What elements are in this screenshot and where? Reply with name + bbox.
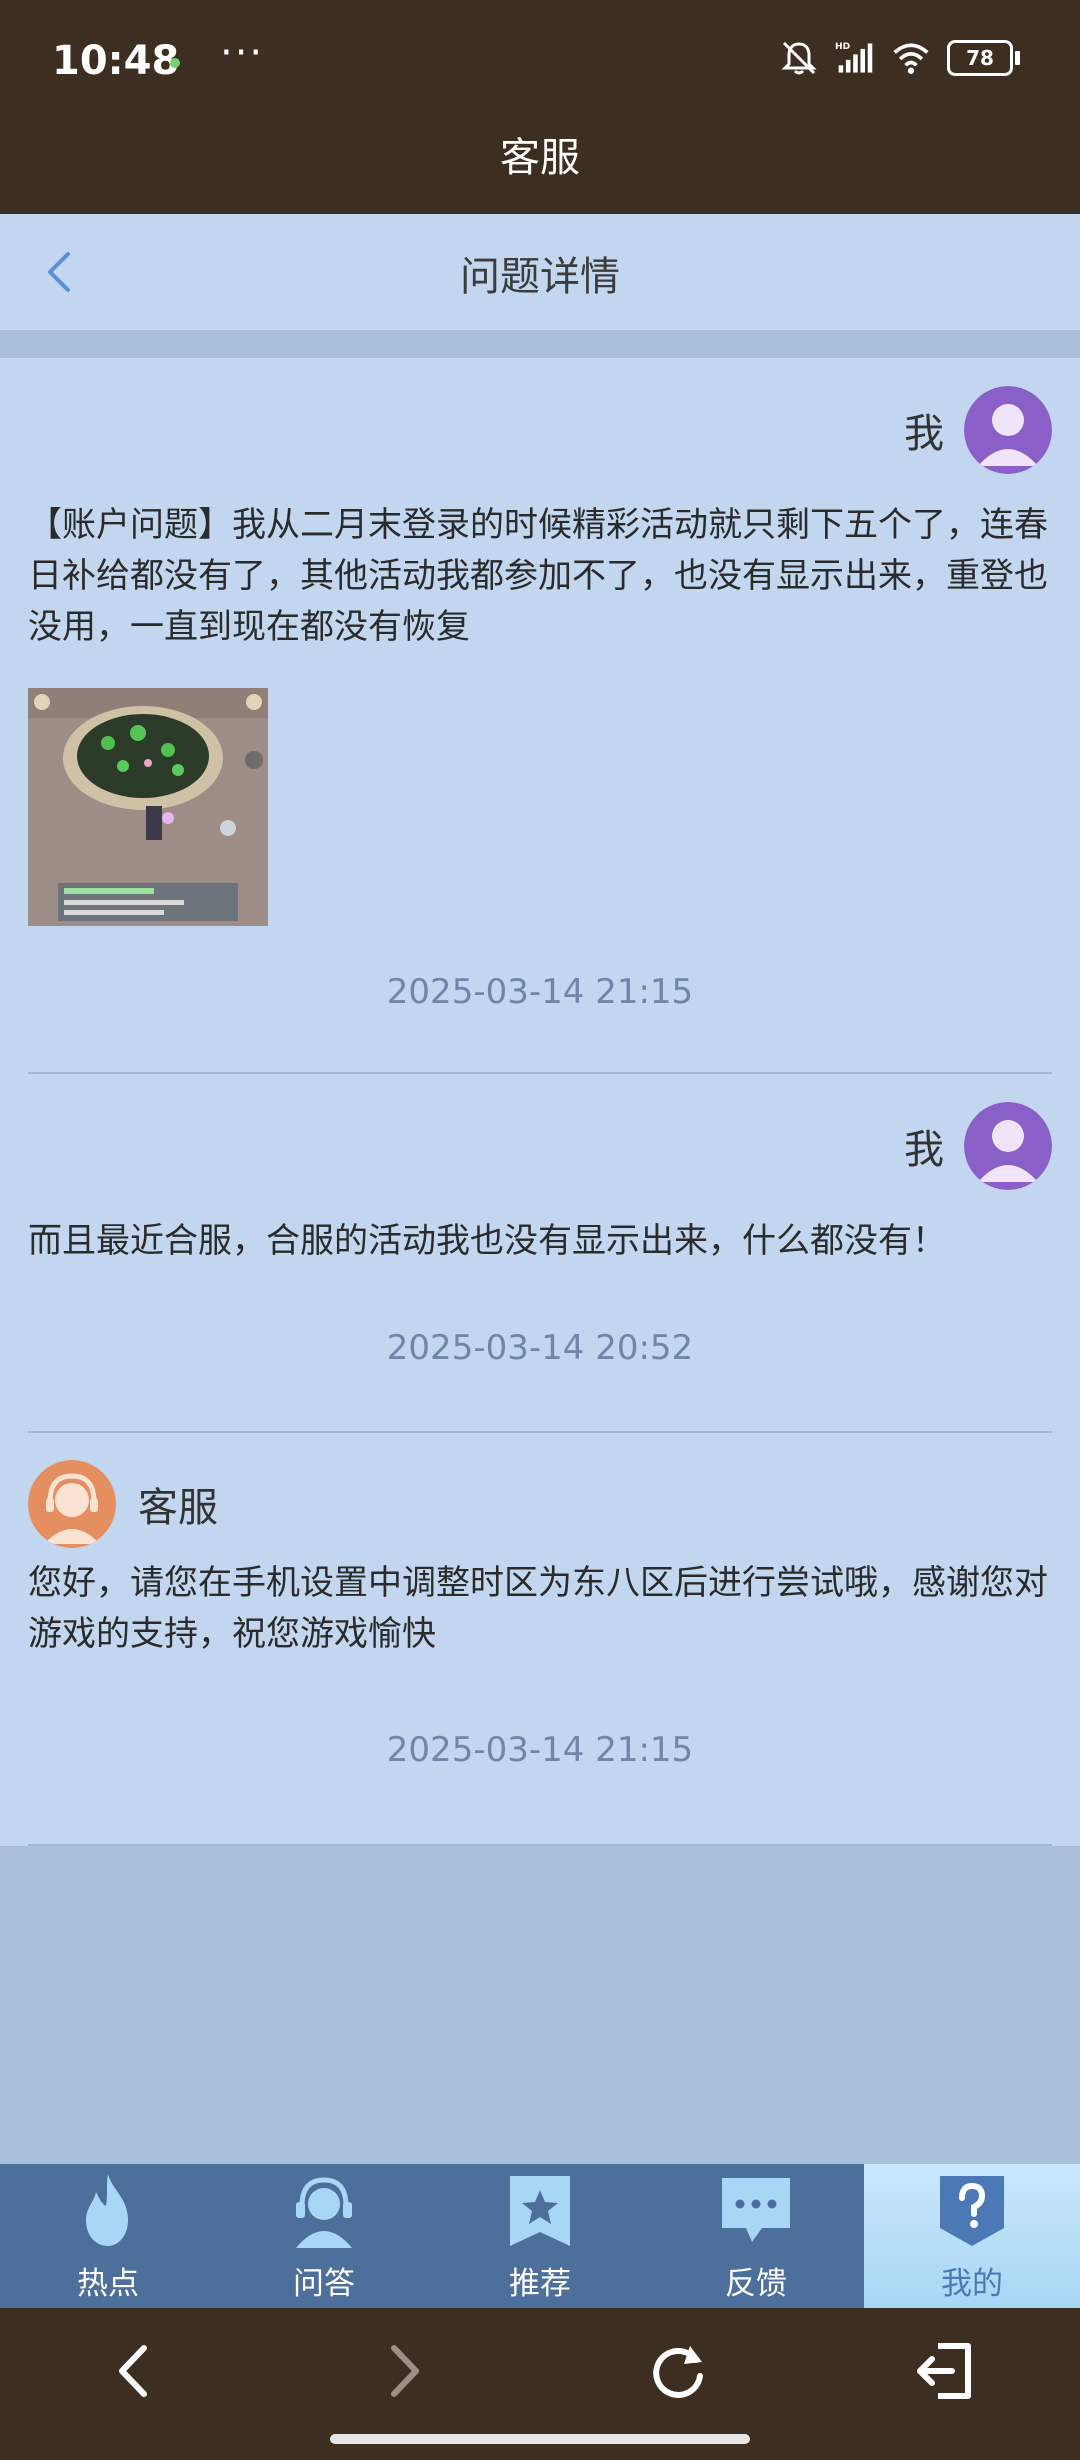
header-divider xyxy=(0,330,1080,358)
hd-signal-icon: HD xyxy=(835,42,873,73)
status-icons: HD 78 xyxy=(779,38,1020,78)
page-header: 问题详情 xyxy=(0,214,1080,330)
sender-name: 我 xyxy=(904,411,944,457)
tab-label: 问答 xyxy=(293,2266,355,2302)
tab-qa[interactable]: 问答 xyxy=(216,2164,432,2308)
message-time: 2025-03-14 21:15 xyxy=(386,1730,694,1770)
message-time: 2025-03-14 21:15 xyxy=(386,972,694,1012)
battery-level: 78 xyxy=(947,40,1013,76)
svg-text:HD: HD xyxy=(835,42,851,52)
tab-hot[interactable]: 热点 xyxy=(0,2164,216,2308)
tab-label: 热点 xyxy=(77,2266,139,2302)
tab-label: 推荐 xyxy=(509,2266,571,2302)
forward-arrow-icon[interactable] xyxy=(366,2334,440,2408)
exit-icon[interactable] xyxy=(908,2334,982,2408)
question-shield-icon xyxy=(940,2176,1004,2246)
status-time: 10:48 xyxy=(52,38,180,84)
message-header: 客服 xyxy=(28,1460,218,1548)
back-arrow-icon[interactable] xyxy=(98,2334,172,2408)
message-item: 客服 您好，请您在手机设置中调整时区为东八区后进行尝试哦，感谢您对游戏的支持，祝… xyxy=(0,1432,1080,1846)
message-header: 我 xyxy=(904,386,1052,474)
message-header: 我 xyxy=(904,1102,1052,1190)
support-avatar xyxy=(28,1460,116,1548)
conversation[interactable]: 我 【账户问题】我从二月末登录的时候精彩活动就只剩下五个了，连春日补给都没有了，… xyxy=(0,358,1080,1846)
sender-name: 我 xyxy=(904,1127,944,1173)
sender-name: 客服 xyxy=(138,1485,218,1531)
tab-label: 我的 xyxy=(941,2266,1003,2302)
refresh-icon[interactable] xyxy=(640,2334,714,2408)
notification-dot-icon xyxy=(170,58,180,68)
mute-bell-icon xyxy=(781,41,817,75)
status-more-icon: ··· xyxy=(220,30,265,76)
user-avatar xyxy=(964,386,1052,474)
headset-icon xyxy=(296,2177,352,2248)
tab-mine[interactable]: 我的 xyxy=(864,2164,1080,2308)
message-text: 而且最近合服，合服的活动我也没有显示出来，什么都没有！ xyxy=(28,1221,946,1261)
status-bar: 10:48 ··· HD 78 xyxy=(0,0,1080,122)
star-bookmark-icon xyxy=(510,2176,570,2246)
message-divider xyxy=(28,1844,1052,1846)
app-title: 客服 xyxy=(0,122,1080,214)
message-text: 【账户问题】我从二月末登录的时候精彩活动就只剩下五个了，连春日补给都没有了，其他… xyxy=(28,505,1048,647)
bottom-tab-bar: 热点 问答 推荐 反馈 我的 xyxy=(0,2164,1080,2308)
tab-recommend[interactable]: 推荐 xyxy=(432,2164,648,2308)
page-title: 问题详情 xyxy=(460,254,620,300)
tab-label: 反馈 xyxy=(725,2266,787,2302)
user-avatar xyxy=(964,1102,1052,1190)
wifi-icon xyxy=(893,43,929,74)
chat-bubble-icon xyxy=(722,2178,790,2242)
message-time: 2025-03-14 20:52 xyxy=(386,1328,694,1368)
home-indicator[interactable] xyxy=(330,2434,750,2444)
message-item: 我 而且最近合服，合服的活动我也没有显示出来，什么都没有！ 2025-03-14… xyxy=(0,1074,1080,1432)
tab-feedback[interactable]: 反馈 xyxy=(648,2164,864,2308)
battery-icon: 78 xyxy=(947,40,1020,76)
flame-icon xyxy=(86,2174,128,2246)
message-text: 您好，请您在手机设置中调整时区为东八区后进行尝试哦，感谢您对游戏的支持，祝您游戏… xyxy=(28,1563,1048,1654)
attached-screenshot-image[interactable] xyxy=(28,688,268,926)
message-item: 我 【账户问题】我从二月末登录的时候精彩活动就只剩下五个了，连春日补给都没有了，… xyxy=(0,358,1080,1074)
